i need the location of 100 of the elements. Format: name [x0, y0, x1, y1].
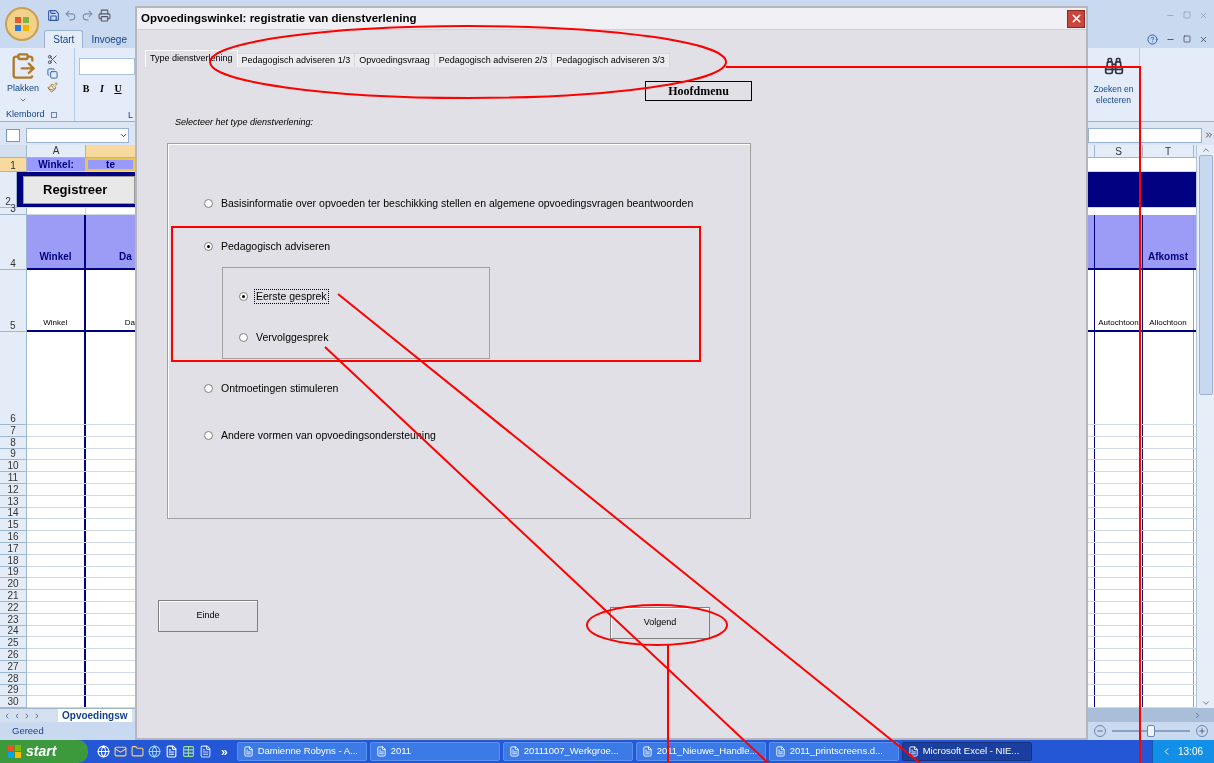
ribbon-tab[interactable]: Invoege — [83, 30, 135, 48]
binoculars-icon — [1103, 56, 1124, 76]
format-button[interactable]: U — [111, 81, 125, 95]
document-icon — [508, 746, 520, 757]
taskbar-button[interactable]: 20111007_Werkgroe... — [502, 742, 633, 761]
sheet-tab[interactable]: Opvoedingsw — [58, 709, 132, 722]
row-header[interactable]: 5 — [0, 270, 27, 332]
close-icon — [1069, 12, 1083, 25]
brush-icon[interactable] — [47, 82, 58, 93]
row-header[interactable]: 15 — [0, 519, 27, 532]
scroll-down-icon — [1200, 698, 1211, 708]
ribbon-tab[interactable]: Start — [44, 30, 84, 48]
document-icon — [907, 746, 919, 757]
save-icon[interactable] — [47, 8, 61, 22]
taskbar-button[interactable]: 2011_printscreens.d... — [768, 742, 899, 761]
spreadsheet-icon[interactable] — [182, 745, 195, 758]
globe-icon[interactable] — [148, 745, 161, 758]
last-sheet-icon[interactable] — [33, 711, 41, 720]
row-header[interactable]: 10 — [0, 460, 27, 473]
format-button[interactable]: B — [79, 81, 93, 95]
first-sheet-icon[interactable] — [3, 711, 11, 720]
next-sheet-icon[interactable] — [23, 711, 31, 720]
more-button[interactable]: » — [221, 742, 228, 761]
start-button[interactable]: start — [0, 740, 88, 763]
row-header[interactable]: 30 — [0, 696, 27, 708]
radio-button[interactable] — [204, 383, 213, 393]
help-icon[interactable] — [1147, 33, 1158, 45]
name-box[interactable] — [26, 127, 129, 143]
row-header[interactable]: 20 — [0, 578, 27, 591]
tab[interactable]: Pedagogisch adviseren 1/3 — [237, 53, 356, 67]
copy-icon[interactable] — [47, 68, 58, 79]
row-header[interactable]: 4 — [0, 215, 27, 270]
restore-icon[interactable] — [1183, 35, 1191, 43]
group-label: Klembord — [6, 110, 45, 119]
prompt-text: Selecteer het type dienstverlening: — [175, 116, 315, 128]
zoom-slider-thumb[interactable] — [1147, 725, 1155, 737]
paste-label[interactable]: Plakken — [7, 82, 39, 96]
active-cell[interactable]: te — [86, 158, 135, 171]
folder-icon[interactable] — [131, 745, 144, 758]
option-label: Eerste gesprek — [254, 288, 329, 304]
cell-text: Allochtoon — [1149, 317, 1187, 329]
close-icon[interactable] — [1199, 34, 1208, 44]
horizontal-scrollbar[interactable] — [1088, 708, 1214, 722]
taskbar-button[interactable]: 2011 — [369, 742, 500, 761]
dialog-launcher-icon[interactable] — [50, 111, 57, 118]
group-label: L — [128, 111, 133, 120]
tab[interactable]: Opvoedingsvraag — [355, 53, 435, 67]
row-header[interactable]: 26 — [0, 649, 27, 661]
previous-sheet-icon[interactable] — [13, 711, 21, 720]
radio-button[interactable] — [239, 291, 248, 301]
radio-button[interactable] — [204, 430, 213, 440]
radio-button[interactable] — [204, 241, 213, 251]
vertical-scrollbar[interactable] — [1196, 145, 1214, 708]
option-label: Ontmoetingen stimuleren — [220, 380, 340, 396]
undo-icon[interactable] — [64, 8, 78, 22]
next-button[interactable]: Volgend — [610, 607, 710, 639]
row-header[interactable]: 16 — [0, 531, 27, 543]
document-icon — [774, 746, 786, 757]
row-header[interactable]: 11 — [0, 472, 27, 484]
option-label: Pedagogisch adviseren — [220, 238, 332, 254]
row-header[interactable]: 25 — [0, 637, 27, 650]
office-button[interactable] — [5, 7, 40, 41]
column-heading: Winkel — [39, 250, 72, 264]
cell-text: Autochtoon — [1098, 317, 1139, 329]
register-button[interactable]: Registreer — [23, 175, 135, 204]
office-logo-icon — [14, 16, 31, 32]
browser-icon[interactable] — [97, 745, 110, 758]
scissors-icon[interactable] — [47, 54, 58, 65]
main-menu-button[interactable]: Hoofdmenu — [645, 81, 752, 101]
mail-icon[interactable] — [114, 745, 127, 758]
zoom-in-icon[interactable] — [1196, 725, 1208, 737]
row-header[interactable]: 7 — [0, 425, 27, 437]
taskbar-button[interactable]: Damienne Robyns - A... — [236, 742, 367, 761]
tab[interactable]: Pedagogisch adviseren 2/3 — [434, 53, 553, 67]
column-header[interactable]: T — [1143, 145, 1194, 157]
row-header[interactable]: 21 — [0, 590, 27, 602]
row-header[interactable]: 1 — [0, 158, 27, 172]
taskbar-button[interactable]: Microsoft Excel - NIE... — [901, 742, 1032, 761]
redo-icon[interactable] — [81, 8, 95, 22]
document-icon[interactable] — [199, 745, 212, 758]
radio-button[interactable] — [204, 198, 213, 208]
column-header[interactable]: S — [1095, 145, 1143, 157]
tab[interactable]: Pedagogisch adviseren 3/3 — [552, 53, 670, 67]
cell-text: Da — [124, 317, 135, 329]
name-box-icon[interactable] — [6, 128, 20, 142]
end-button[interactable]: Einde — [158, 600, 258, 632]
font-field[interactable] — [79, 58, 135, 75]
expand-icon[interactable] — [1204, 130, 1214, 140]
close-button[interactable] — [1067, 9, 1085, 28]
formula-field[interactable] — [1088, 127, 1202, 143]
format-button[interactable]: I — [95, 81, 109, 95]
column-heading: Afkomst — [1148, 250, 1188, 264]
document-icon — [375, 746, 387, 757]
scroll-up-icon — [1200, 145, 1211, 155]
cell-text: Winkel: — [38, 159, 74, 170]
select-all-corner[interactable] — [0, 145, 27, 157]
printer-icon[interactable] — [98, 8, 112, 22]
cell-text: Winkel — [43, 317, 68, 329]
radio-button[interactable] — [239, 332, 248, 342]
row-header[interactable]: 6 — [0, 332, 27, 425]
